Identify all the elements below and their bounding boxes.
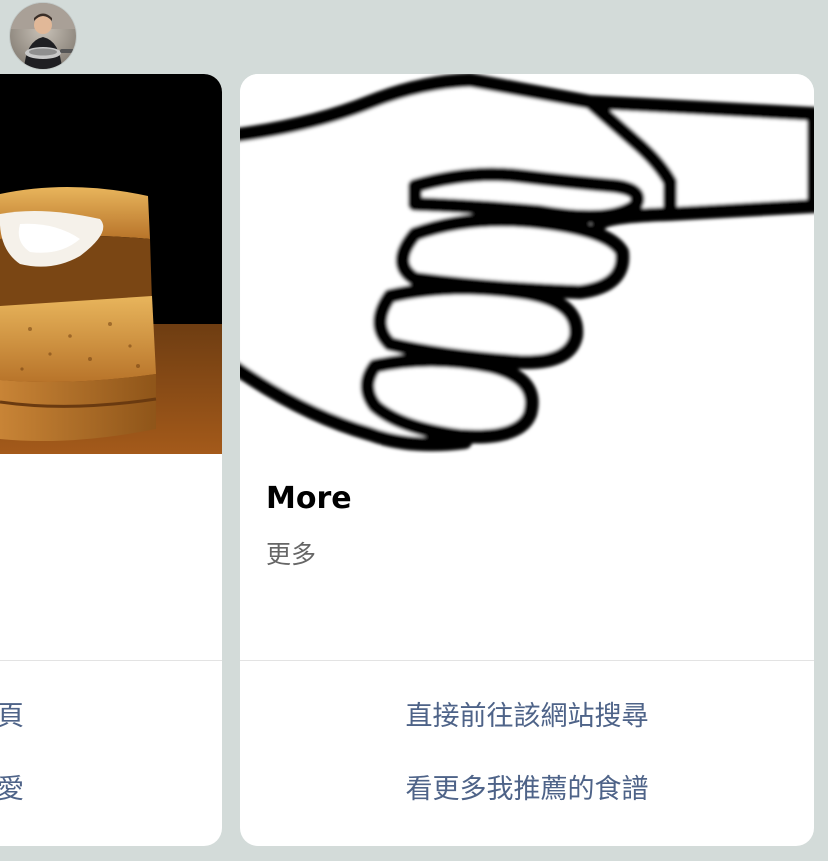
card-action-2[interactable]: 愛 — [0, 770, 24, 810]
chat-screen: 頁 愛 More 更多 直接前往該網站搜尋 看更多我推薦的食譜 — [0, 0, 828, 861]
more-recipes-button[interactable]: 看更多我推薦的食譜 — [240, 770, 814, 810]
toasted-sandwich-photo[interactable] — [0, 74, 222, 454]
card-action-1[interactable]: 頁 — [0, 697, 24, 737]
card-description: 更多 — [266, 540, 317, 569]
card-title: More — [266, 481, 352, 516]
search-website-button[interactable]: 直接前往該網站搜尋 — [240, 697, 814, 737]
pointing-hand-icon[interactable] — [240, 74, 814, 454]
more-card[interactable]: More 更多 直接前往該網站搜尋 看更多我推薦的食譜 — [240, 74, 814, 846]
card-divider — [0, 660, 222, 661]
card-divider — [240, 660, 814, 661]
recipe-card[interactable]: 頁 愛 — [0, 74, 222, 846]
chef-avatar-icon[interactable] — [10, 3, 76, 69]
